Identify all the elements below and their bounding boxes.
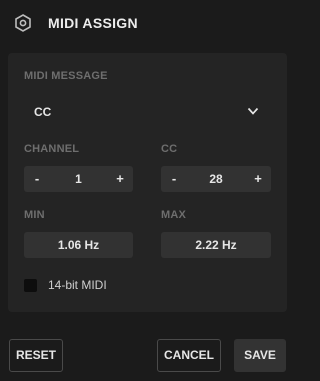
reset-button[interactable]: RESET [9, 339, 63, 372]
max-field[interactable]: 2.22 Hz [161, 232, 271, 258]
cc-value[interactable]: 28 [187, 166, 245, 192]
channel-label: CHANNEL [24, 143, 80, 155]
dialog-title: MIDI ASSIGN [48, 15, 138, 31]
cancel-button[interactable]: CANCEL [157, 339, 221, 372]
cc-decrement-button[interactable]: - [161, 166, 187, 192]
channel-decrement-button[interactable]: - [24, 166, 50, 192]
cc-stepper: - 28 + [161, 166, 271, 192]
midi-message-select[interactable]: CC [24, 98, 271, 126]
chevron-down-icon [247, 107, 259, 115]
channel-stepper: - 1 + [24, 166, 133, 192]
min-field[interactable]: 1.06 Hz [24, 232, 133, 258]
header: MIDI ASSIGN [0, 0, 295, 46]
save-button[interactable]: SAVE [234, 339, 286, 372]
channel-value[interactable]: 1 [50, 166, 107, 192]
fourteen-bit-checkbox[interactable] [24, 279, 37, 292]
midi-message-label: MIDI MESSAGE [24, 70, 108, 82]
max-label: MAX [161, 209, 187, 221]
hexagon-settings-icon [15, 14, 31, 32]
min-label: MIN [24, 209, 45, 221]
channel-increment-button[interactable]: + [107, 166, 133, 192]
cc-increment-button[interactable]: + [245, 166, 271, 192]
midi-message-value: CC [34, 105, 52, 119]
cc-label: CC [161, 143, 178, 155]
fourteen-bit-label: 14-bit MIDI [48, 278, 107, 292]
